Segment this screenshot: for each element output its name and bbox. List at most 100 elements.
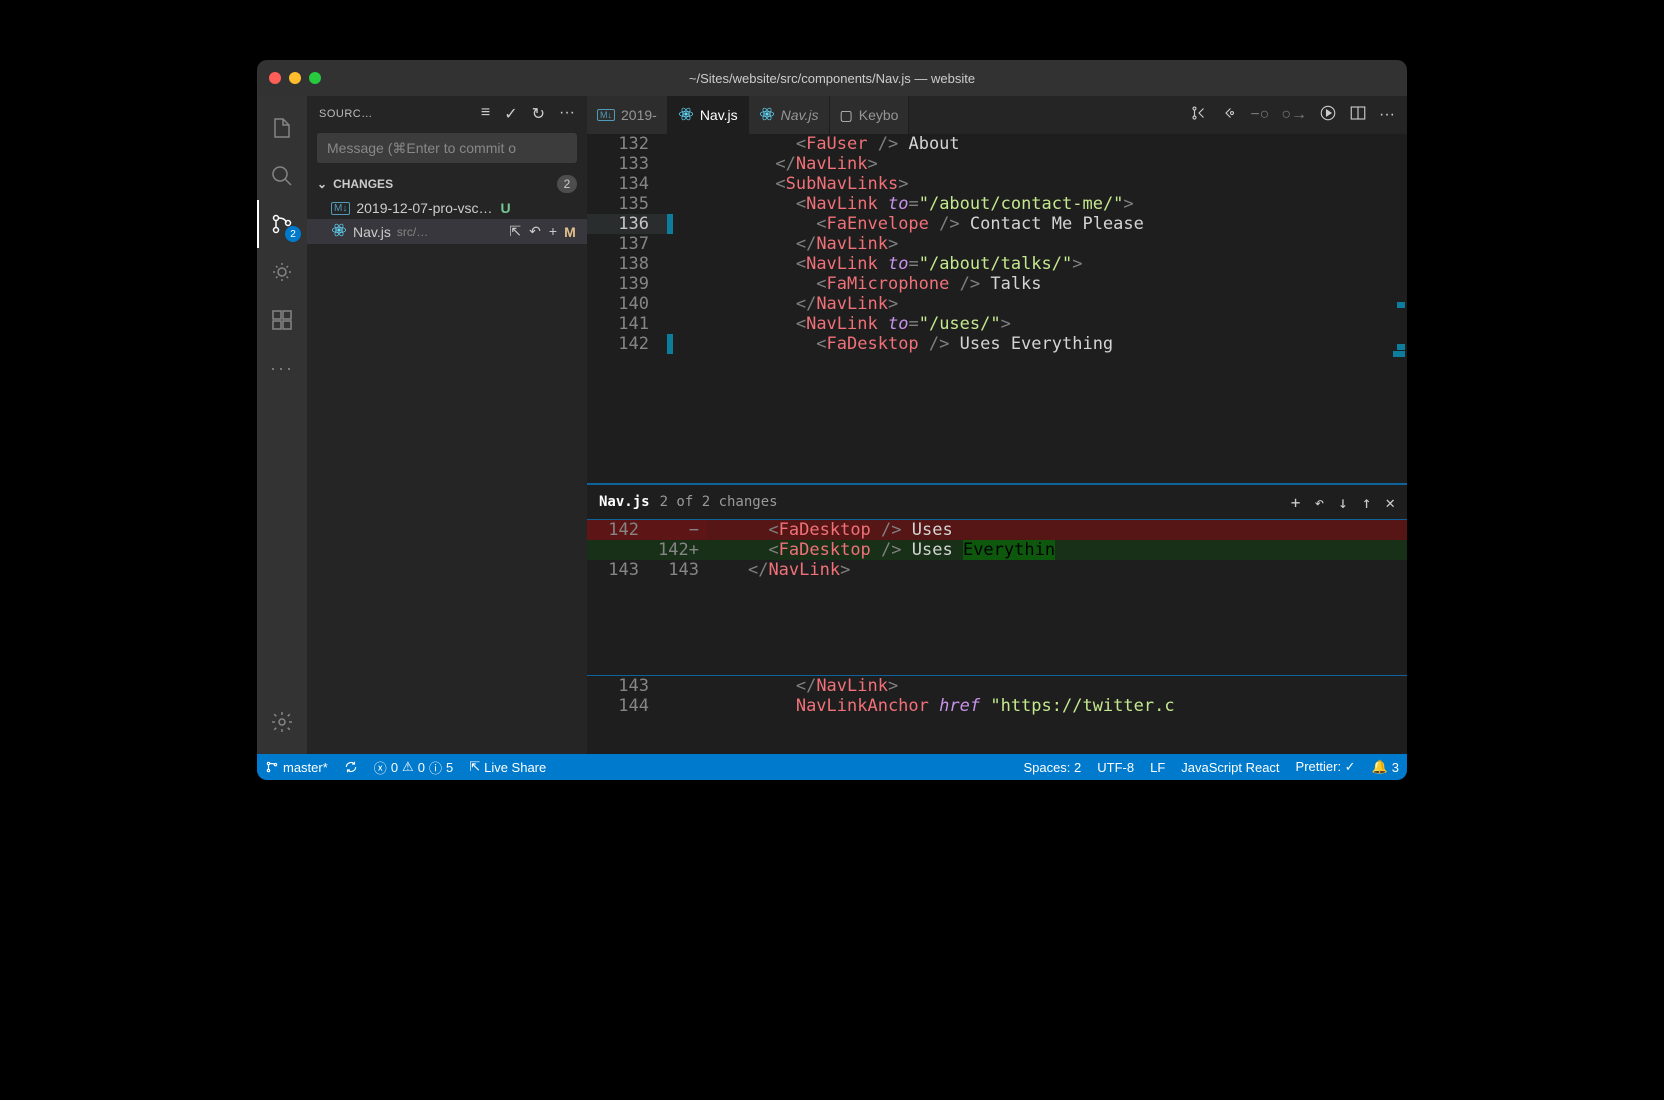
view-as-tree-icon[interactable]: ≡	[481, 104, 490, 124]
maximize-window-button[interactable]	[309, 72, 321, 84]
file-name: Nav.js	[353, 224, 391, 240]
more-icon[interactable]: ···	[257, 344, 307, 392]
code-line[interactable]: 133 </NavLink>	[587, 154, 1407, 174]
prev-change-icon[interactable]	[1220, 104, 1238, 127]
editor-tab[interactable]: Nav.js	[668, 96, 749, 134]
file-icon: ▢	[840, 107, 853, 124]
code-line[interactable]: 140 </NavLink>	[587, 294, 1407, 314]
diff-content[interactable]: 142− <FaDesktop /> Uses142+ <FaDesktop /…	[587, 519, 1407, 676]
close-window-button[interactable]	[269, 72, 281, 84]
warning-icon: ⚠	[402, 759, 414, 775]
diff-after-context[interactable]: 143 </NavLink>144 NavLinkAnchor href "ht…	[587, 676, 1407, 754]
code-line[interactable]: 132 <FaUser /> About	[587, 134, 1407, 154]
minimap[interactable]	[1389, 134, 1407, 483]
activity-bar: 2 ···	[257, 96, 307, 754]
discard-changes-icon[interactable]: ↶	[529, 223, 541, 240]
code-line[interactable]: 143 </NavLink>	[587, 676, 1407, 696]
chevron-down-icon: ⌄	[317, 177, 327, 191]
file-status-untracked: U	[499, 200, 513, 216]
live-share-status[interactable]: ⇱Live Share	[469, 759, 546, 775]
info-icon: ⓘ	[429, 758, 442, 777]
code-line[interactable]: 135 <NavLink to="/about/contact-me/">	[587, 194, 1407, 214]
window-title: ~/Sites/website/src/components/Nav.js — …	[689, 71, 975, 86]
revert-change-icon[interactable]: ↶	[1314, 493, 1324, 512]
markdown-file-icon: M↓	[331, 202, 350, 215]
tab-bar: M↓2019- Nav.js Nav.js ▢Keybo −○ ○→ ···	[587, 96, 1407, 134]
code-line[interactable]: 142 <FaDesktop /> Uses Everything	[587, 334, 1407, 354]
file-name: 2019-12-07-pro-vsc…	[356, 200, 492, 216]
editor-tab[interactable]: M↓2019-	[587, 96, 668, 134]
run-icon[interactable]	[1319, 104, 1337, 127]
diff-line[interactable]: 142+ <FaDesktop /> Uses Everythin	[587, 540, 1407, 560]
diff-counter: 2 of 2 changes	[660, 494, 778, 510]
diff-line[interactable]: 142− <FaDesktop /> Uses	[587, 520, 1407, 540]
language-status[interactable]: JavaScript React	[1181, 759, 1279, 775]
title-bar: ~/Sites/website/src/components/Nav.js — …	[257, 60, 1407, 96]
indentation-status[interactable]: Spaces: 2	[1023, 759, 1081, 775]
debug-icon[interactable]	[257, 248, 307, 296]
notifications-status[interactable]: 🔔3	[1372, 759, 1399, 775]
explorer-icon[interactable]	[257, 104, 307, 152]
changes-label: CHANGES	[333, 177, 393, 191]
open-file-icon[interactable]: ⇱	[509, 223, 521, 240]
changed-file-row[interactable]: Nav.js src/… ⇱ ↶ + M	[307, 219, 587, 244]
changed-file-row[interactable]: M↓ 2019-12-07-pro-vsc… U	[307, 197, 587, 219]
vscode-window: ~/Sites/website/src/components/Nav.js — …	[257, 60, 1407, 780]
close-diff-icon[interactable]: ✕	[1385, 493, 1395, 512]
more-actions-icon[interactable]: ···	[559, 104, 575, 124]
react-file-icon	[678, 106, 694, 125]
bell-icon: 🔔	[1372, 759, 1388, 775]
minimize-window-button[interactable]	[289, 72, 301, 84]
next-change-icon[interactable]: ↓	[1338, 493, 1348, 512]
diff-line[interactable]: 143143 </NavLink>	[587, 560, 1407, 580]
code-line[interactable]: 139 <FaMicrophone /> Talks	[587, 274, 1407, 294]
diff-panel: Nav.js 2 of 2 changes + ↶ ↓ ↑ ✕ 142− <Fa…	[587, 483, 1407, 754]
code-line[interactable]: 134 <SubNavLinks>	[587, 174, 1407, 194]
refresh-icon[interactable]: ↻	[532, 104, 545, 124]
stage-change-icon[interactable]: +	[1291, 493, 1301, 512]
traffic-lights	[269, 72, 321, 84]
status-bar: master* ⓧ0 ⚠0 ⓘ5 ⇱Live Share Spaces: 2 U…	[257, 754, 1407, 780]
problems-status[interactable]: ⓧ0 ⚠0 ⓘ5	[374, 758, 453, 777]
editor-tab[interactable]: Nav.js	[749, 96, 830, 134]
file-path: src/…	[397, 225, 428, 239]
source-control-icon[interactable]: 2	[257, 200, 307, 248]
extensions-icon[interactable]	[257, 296, 307, 344]
stage-changes-icon[interactable]: +	[549, 223, 557, 240]
code-line[interactable]: 137 </NavLink>	[587, 234, 1407, 254]
sidebar-title: SOURC…	[319, 108, 471, 120]
eol-status[interactable]: LF	[1150, 759, 1165, 775]
error-icon: ⓧ	[374, 758, 387, 777]
share-icon: ⇱	[469, 759, 480, 775]
split-editor-icon[interactable]	[1349, 104, 1367, 127]
settings-gear-icon[interactable]	[257, 698, 307, 746]
scm-badge: 2	[285, 226, 301, 242]
changes-section-header[interactable]: ⌄ CHANGES 2	[307, 171, 587, 197]
code-line[interactable]: 141 <NavLink to="/uses/">	[587, 314, 1407, 334]
file-status-modified: M	[563, 224, 577, 240]
prev-change-icon[interactable]: ↑	[1362, 493, 1372, 512]
git-branch-status[interactable]: master*	[265, 760, 328, 775]
sync-status[interactable]	[344, 760, 358, 774]
more-icon[interactable]: ···	[1379, 106, 1395, 124]
commit-message-input[interactable]: Message (⌘Enter to commit o	[317, 133, 577, 163]
commit-icon[interactable]: ✓	[504, 104, 517, 124]
react-file-icon	[759, 106, 775, 125]
diff-filename: Nav.js	[599, 494, 650, 510]
code-line[interactable]: 136 <FaEnvelope /> Contact Me Please	[587, 214, 1407, 234]
code-line[interactable]: 144 NavLinkAnchor href "https://twitter.…	[587, 696, 1407, 716]
compare-icon[interactable]	[1190, 104, 1208, 127]
diff-header: Nav.js 2 of 2 changes + ↶ ↓ ↑ ✕	[587, 485, 1407, 519]
prettier-status[interactable]: Prettier: ✓	[1296, 759, 1356, 775]
code-editor[interactable]: 132 <FaUser /> About133 </NavLink>134 <S…	[587, 134, 1407, 483]
code-line[interactable]: 138 <NavLink to="/about/talks/">	[587, 254, 1407, 274]
nav-icon[interactable]: ○→	[1281, 106, 1307, 124]
editor-group: M↓2019- Nav.js Nav.js ▢Keybo −○ ○→ ···	[587, 96, 1407, 754]
editor-area: 132 <FaUser /> About133 </NavLink>134 <S…	[587, 134, 1407, 754]
markdown-file-icon: M↓	[597, 109, 615, 121]
search-icon[interactable]	[257, 152, 307, 200]
sidebar-header: SOURC… ≡ ✓ ↻ ···	[307, 96, 587, 131]
nav-icon[interactable]: −○	[1250, 106, 1269, 124]
editor-tab[interactable]: ▢Keybo	[830, 96, 910, 134]
encoding-status[interactable]: UTF-8	[1097, 759, 1134, 775]
